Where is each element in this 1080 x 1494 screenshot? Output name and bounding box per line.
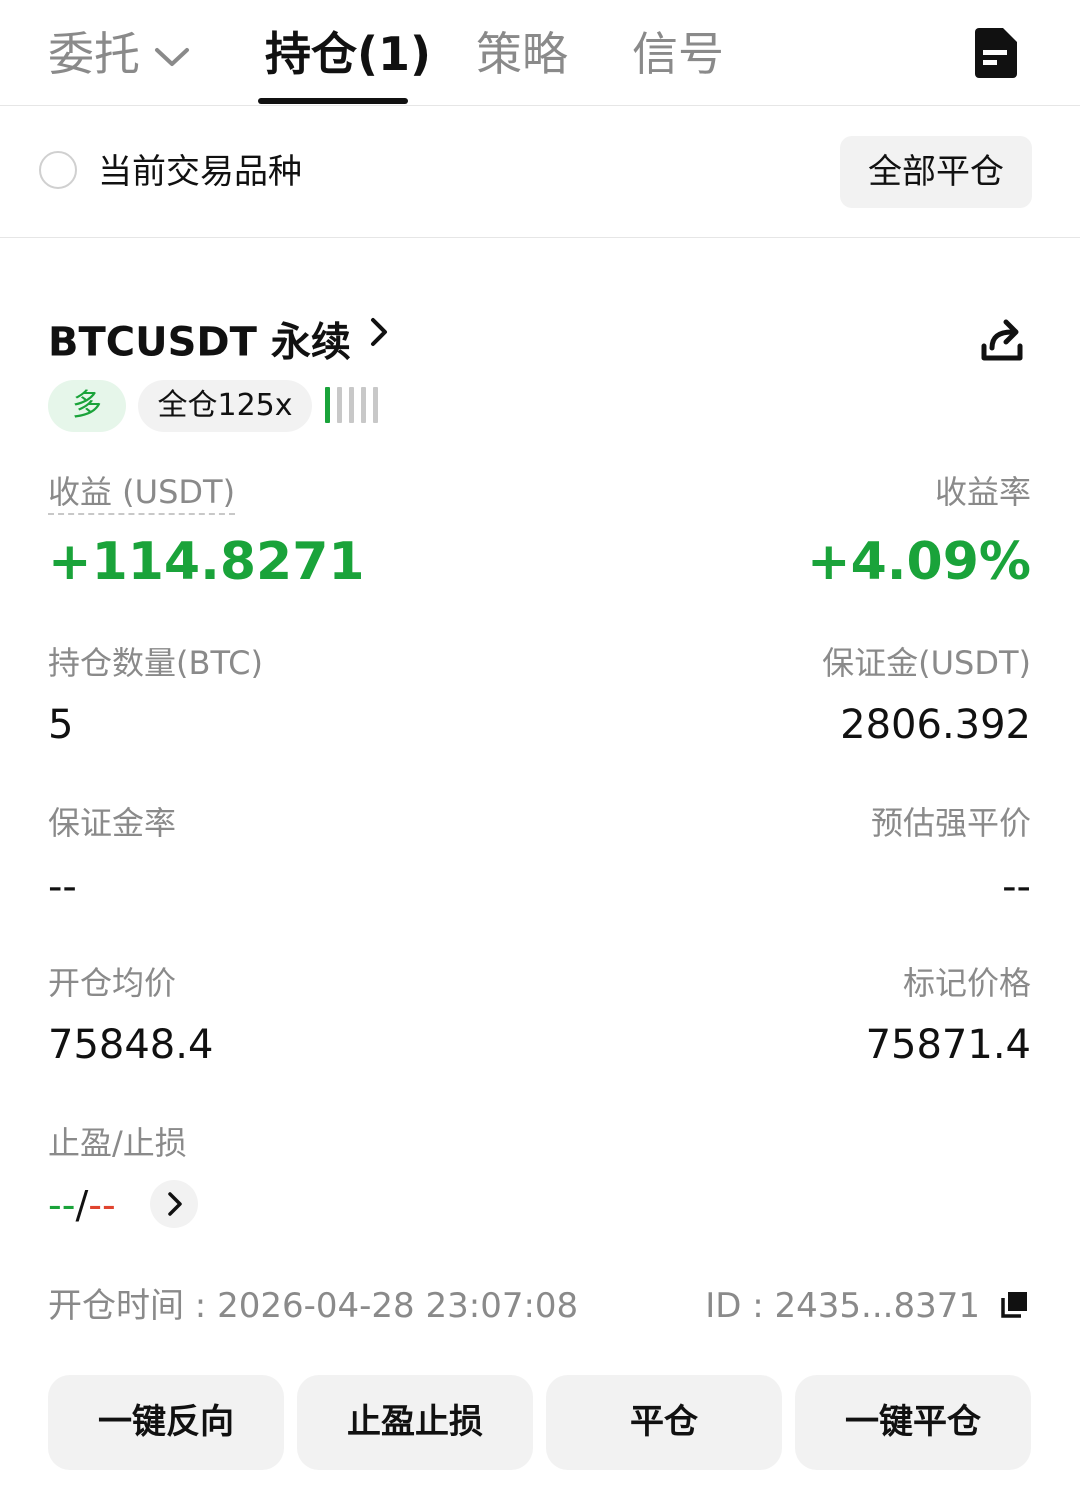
chevron-right-icon (369, 316, 389, 370)
document-icon[interactable] (975, 28, 1017, 78)
margin-ratio-value: -- (48, 864, 77, 910)
tp-value: -- (48, 1183, 76, 1227)
entry-price-label: 开仓均价 (48, 964, 177, 1002)
symbol-name: BTCUSDT 永续 (48, 319, 351, 366)
tpsl-values: --/-- (48, 1180, 116, 1230)
close-position-button[interactable]: 平仓 (546, 1375, 782, 1470)
risk-bar (325, 387, 330, 423)
size-label: 持仓数量(BTC) (48, 644, 263, 682)
liq-price-label: 预估强平价 (870, 804, 1031, 842)
close-all-button[interactable]: 全部平仓 (840, 136, 1032, 208)
tab-orders[interactable]: 委托 (48, 24, 190, 84)
current-symbol-label[interactable]: 当前交易品种 (98, 150, 302, 194)
tab-orders-label: 委托 (48, 27, 140, 81)
copy-icon[interactable] (1000, 1289, 1030, 1319)
quick-close-button[interactable]: 一键平仓 (795, 1375, 1031, 1470)
leverage-badge[interactable]: 全仓125x (138, 380, 312, 432)
symbol-link[interactable]: BTCUSDT 永续 (48, 315, 389, 369)
position-tabs: 委托 持仓(1) 策略 信号 (0, 0, 1080, 106)
tpsl-label: 止盈/止损 (48, 1124, 187, 1162)
chevron-right-icon (168, 1192, 182, 1216)
tpsl-button[interactable]: 止盈止损 (297, 1375, 533, 1470)
size-value: 5 (48, 702, 74, 748)
current-symbol-radio[interactable] (39, 151, 77, 189)
tpsl-separator: / (75, 1183, 89, 1227)
risk-bar (349, 387, 354, 423)
margin-ratio-label: 保证金率 (48, 804, 177, 842)
margin-value: 2806.392 (840, 702, 1031, 748)
chevron-down-icon (154, 23, 190, 83)
pnl-value: +114.8271 (48, 532, 365, 592)
tab-signals[interactable]: 信号 (632, 24, 724, 84)
active-tab-underline (258, 98, 408, 104)
side-badge: 多 (48, 380, 126, 432)
open-time: 开仓时间 : 2026-04-28 23:07:08 (48, 1286, 579, 1326)
filter-row: 当前交易品种 全部平仓 (0, 106, 1080, 238)
reverse-button[interactable]: 一键反向 (48, 1375, 284, 1470)
position-id: ID : 2435...8371 (705, 1286, 980, 1326)
tab-strategy[interactable]: 策略 (476, 24, 568, 84)
sl-value: -- (88, 1183, 116, 1227)
mark-price-label: 标记价格 (902, 964, 1031, 1002)
liq-price-value: -- (1002, 864, 1031, 910)
entry-price-value: 75848.4 (48, 1022, 214, 1068)
margin-label: 保证金(USDT) (822, 644, 1031, 682)
roi-label: 收益率 (934, 473, 1031, 511)
risk-bar (337, 387, 342, 423)
tab-positions[interactable]: 持仓(1) (265, 24, 431, 84)
share-icon[interactable] (978, 316, 1026, 364)
risk-bar (373, 387, 378, 423)
risk-bar (361, 387, 366, 423)
mark-price-value: 75871.4 (865, 1022, 1031, 1068)
roi-value: +4.09% (807, 532, 1031, 592)
pnl-label[interactable]: 收益 (USDT) (48, 472, 236, 515)
tpsl-edit-button[interactable] (150, 1180, 198, 1228)
